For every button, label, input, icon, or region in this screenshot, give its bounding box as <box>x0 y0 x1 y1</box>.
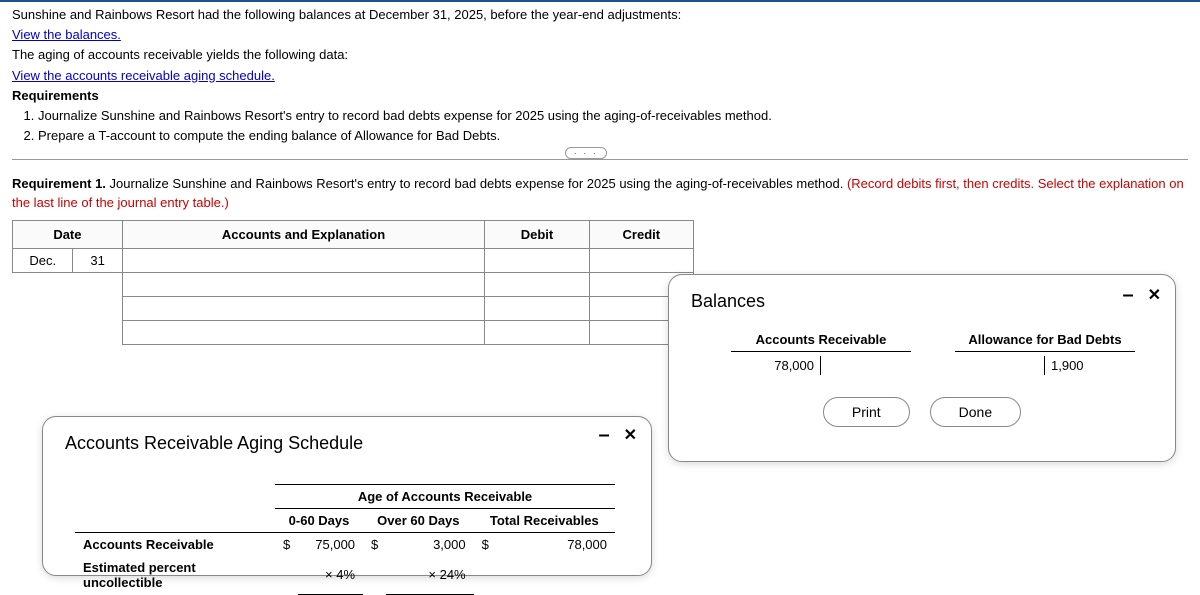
more-icon[interactable]: · · · <box>565 147 607 159</box>
col-over-60-header: Over 60 Days <box>363 509 474 533</box>
intro-line-2: The aging of accounts receivable yields … <box>12 46 1188 64</box>
minimize-icon[interactable]: – <box>598 430 609 440</box>
aging-schedule-popup: – ✕ Accounts Receivable Aging Schedule A… <box>42 416 652 576</box>
ar-total-value: 78,000 <box>497 533 615 557</box>
pct-0-60-value: × 4% <box>298 556 363 594</box>
debit-input-row1[interactable] <box>485 249 588 272</box>
intro-line-1: Sunshine and Rainbows Resort had the fol… <box>12 6 1188 24</box>
accounts-receivable-t-account: Accounts Receivable 78,000 <box>731 332 911 375</box>
date-day: 31 <box>73 248 122 272</box>
aging-title: Accounts Receivable Aging Schedule <box>65 433 629 454</box>
done-button[interactable]: Done <box>930 397 1021 427</box>
col-total-header: Total Receivables <box>474 509 615 533</box>
allowance-credit-value: 1,900 <box>1045 356 1135 375</box>
dollar-sign: $ <box>474 533 497 557</box>
allowance-t-account: Allowance for Bad Debts 1,900 <box>955 332 1135 375</box>
date-header: Date <box>13 220 123 248</box>
balances-title: Balances <box>691 291 1153 312</box>
balances-popup: – ✕ Balances Accounts Receivable 78,000 … <box>668 274 1176 462</box>
requirement-1-label: Requirement 1. <box>12 176 106 191</box>
dollar-sign: $ <box>363 533 386 557</box>
account-input-row1[interactable] <box>123 249 484 272</box>
debit-input-row4[interactable] <box>485 321 588 344</box>
view-balances-link[interactable]: View the balances. <box>12 27 121 42</box>
debit-input-row3[interactable] <box>485 297 588 320</box>
col-0-60-header: 0-60 Days <box>275 509 363 533</box>
aging-group-header: Age of Accounts Receivable <box>275 485 615 509</box>
debit-input-row2[interactable] <box>485 273 588 296</box>
view-aging-link[interactable]: View the accounts receivable aging sched… <box>12 68 275 83</box>
allowance-debit-value <box>955 356 1045 375</box>
minimize-icon[interactable]: – <box>1122 290 1133 300</box>
close-icon[interactable]: ✕ <box>1148 285 1161 305</box>
credit-input-row1[interactable] <box>590 249 693 272</box>
debit-header: Debit <box>485 220 589 248</box>
journal-entry-table: Date Accounts and Explanation Debit Cred… <box>12 220 694 345</box>
account-input-row2[interactable] <box>123 273 484 296</box>
requirement-1-text: Requirement 1. Journalize Sunshine and R… <box>12 175 1188 211</box>
print-button[interactable]: Print <box>823 397 910 427</box>
ar-over-60-value: 3,000 <box>386 533 473 557</box>
allowance-header: Allowance for Bad Debts <box>955 332 1135 352</box>
requirement-item-1: Journalize Sunshine and Rainbows Resort'… <box>38 107 1188 125</box>
ar-debit-value: 78,000 <box>731 356 821 375</box>
account-input-row3[interactable] <box>123 297 484 320</box>
requirements-heading: Requirements <box>12 87 1188 105</box>
dollar-sign: $ <box>275 533 298 557</box>
pct-row-label: Estimated percent uncollectible <box>75 556 275 594</box>
requirement-item-2: Prepare a T-account to compute the endin… <box>38 127 1188 145</box>
accounts-header: Accounts and Explanation <box>122 220 484 248</box>
credit-header: Credit <box>589 220 693 248</box>
date-month: Dec. <box>13 248 73 272</box>
ar-credit-value <box>821 356 911 375</box>
ar-header: Accounts Receivable <box>731 332 911 352</box>
pct-over-60-value: × 24% <box>386 556 473 594</box>
account-input-row4[interactable] <box>123 321 484 344</box>
close-icon[interactable]: ✕ <box>624 425 637 445</box>
ar-row-label: Accounts Receivable <box>75 533 275 557</box>
ar-0-60-value: 75,000 <box>298 533 363 557</box>
aging-schedule-table: Age of Accounts Receivable 0-60 Days Ove… <box>75 484 615 595</box>
